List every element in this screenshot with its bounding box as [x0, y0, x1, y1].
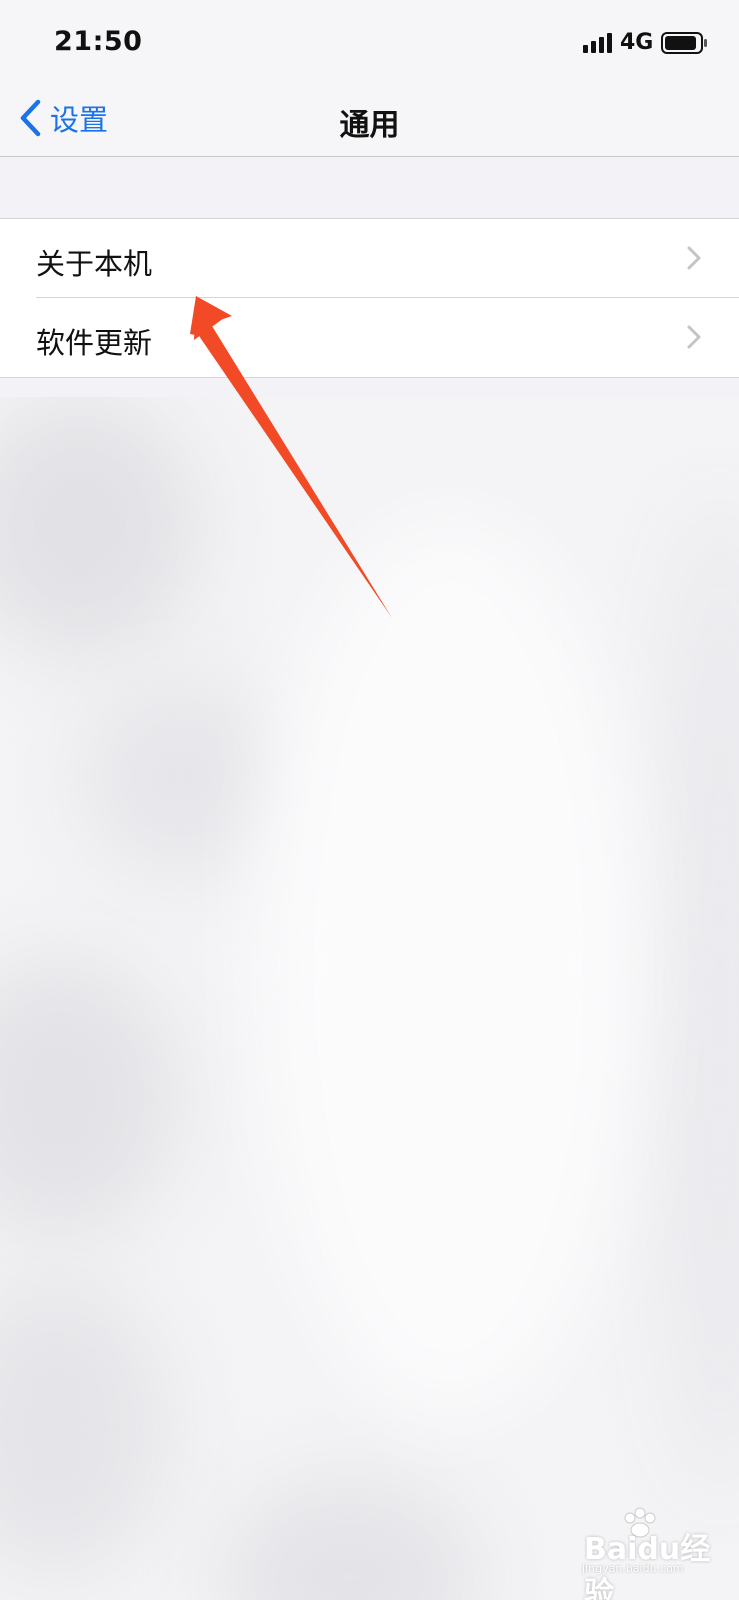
blur-blob	[0, 957, 180, 1237]
watermark-logo: Baidu经验 jingyan.baidu.com	[560, 1507, 720, 1600]
watermark-subtext: jingyan.baidu.com	[582, 1562, 684, 1575]
signal-bars-icon	[583, 33, 612, 53]
list-item-about[interactable]: 关于本机	[0, 219, 739, 298]
chevron-right-icon	[687, 325, 701, 349]
blur-blob	[260, 517, 640, 1417]
chevron-right-icon	[687, 246, 701, 270]
battery-icon	[661, 32, 707, 54]
blur-blob	[0, 397, 200, 657]
blur-blob	[220, 1477, 480, 1600]
screen: 21:50 4G 设置 通用 关于本机 软件更新 Baidu经验 jingyan…	[0, 0, 739, 1600]
nav-bar: 设置 通用	[0, 82, 739, 157]
blur-blob	[80, 677, 280, 877]
list-item-label: 关于本机	[36, 247, 153, 281]
status-bar: 21:50 4G	[0, 0, 739, 82]
status-time: 21:50	[54, 26, 143, 57]
blur-blob	[650, 497, 739, 1497]
list-item-label: 软件更新	[36, 326, 153, 360]
page-title: 通用	[339, 108, 400, 143]
blur-blob	[0, 1277, 170, 1577]
list-item-software-update[interactable]: 软件更新	[0, 298, 739, 377]
network-type: 4G	[620, 30, 654, 55]
blurred-content	[0, 397, 739, 1600]
settings-group: 关于本机 软件更新	[0, 218, 739, 378]
